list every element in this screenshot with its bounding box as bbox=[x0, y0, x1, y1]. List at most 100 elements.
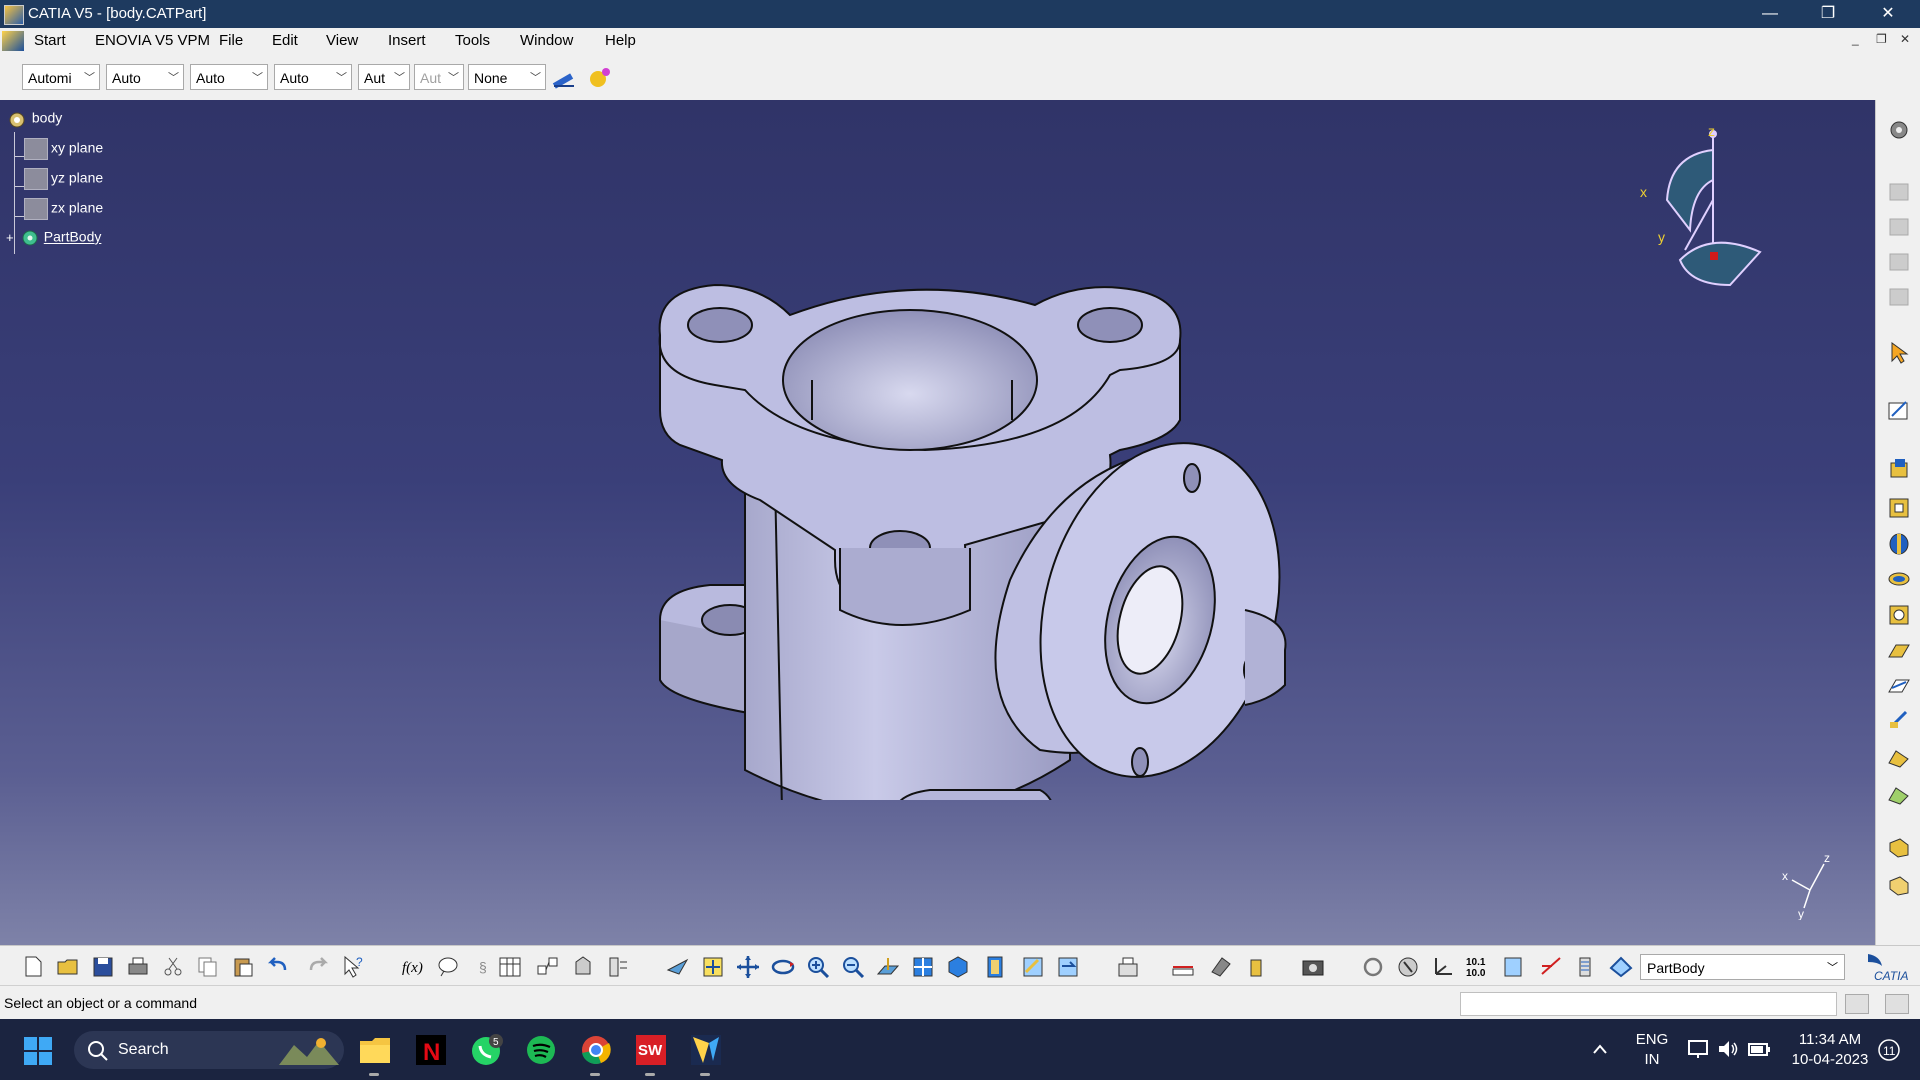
doc-close-button[interactable]: ✕ bbox=[1900, 32, 1910, 46]
tree-node-yz-plane[interactable]: yz plane bbox=[24, 168, 103, 190]
language-bottom[interactable]: IN bbox=[1632, 1051, 1672, 1068]
close-button[interactable]: ✕ bbox=[1860, 0, 1916, 28]
line-weight-combo[interactable]: Auto ﹀ bbox=[190, 64, 268, 90]
menu-view[interactable]: View bbox=[326, 32, 358, 49]
menu-tools[interactable]: Tools bbox=[455, 32, 490, 49]
clock-time[interactable]: 11:34 AM bbox=[1780, 1031, 1880, 1048]
whats-this-icon[interactable]: ? bbox=[340, 954, 366, 978]
chrome-icon[interactable] bbox=[579, 1033, 613, 1067]
file-explorer-icon[interactable] bbox=[358, 1033, 392, 1067]
menu-window[interactable]: Window bbox=[520, 32, 573, 49]
solid-combine-icon[interactable] bbox=[1886, 782, 1912, 806]
shading-icon[interactable] bbox=[982, 954, 1008, 978]
painter-icon[interactable] bbox=[550, 64, 580, 90]
color-combo[interactable]: Automi ﹀ bbox=[22, 64, 100, 90]
sketcher-icon[interactable] bbox=[1886, 398, 1912, 422]
tree-node-partbody[interactable]: + PartBody bbox=[6, 228, 101, 248]
pocket-icon[interactable] bbox=[1886, 495, 1912, 519]
tree-node-body[interactable]: body bbox=[6, 108, 62, 130]
print-icon[interactable] bbox=[125, 954, 151, 978]
line-type-combo[interactable]: Auto ﹀ bbox=[274, 64, 352, 90]
capture-icon[interactable] bbox=[1300, 954, 1326, 978]
zoom-in-icon[interactable] bbox=[805, 954, 831, 978]
measure-value-icon[interactable]: 10.110.0 bbox=[1465, 954, 1491, 978]
3d-viewport[interactable]: body xy plane yz plane zx plane + PartBo… bbox=[0, 100, 1875, 945]
axis-system-icon[interactable] bbox=[1430, 954, 1456, 978]
open-folder-icon[interactable] bbox=[55, 954, 81, 978]
hide-show-icon[interactable] bbox=[1020, 954, 1046, 978]
iso-view-icon[interactable] bbox=[945, 954, 971, 978]
measure-between-icon[interactable] bbox=[1170, 954, 1196, 978]
fly-mode-icon[interactable] bbox=[665, 954, 691, 978]
clock-date[interactable]: 10-04-2023 bbox=[1780, 1051, 1880, 1068]
fit-all-icon[interactable] bbox=[700, 954, 726, 978]
current-body-combo[interactable]: PartBody ﹀ bbox=[1640, 954, 1845, 980]
language-top[interactable]: ENG bbox=[1632, 1031, 1672, 1048]
layer-combo[interactable]: None ﹀ bbox=[468, 64, 546, 90]
compass-widget[interactable]: z x y bbox=[1630, 100, 1780, 290]
save-icon[interactable] bbox=[90, 954, 116, 978]
point-icon[interactable] bbox=[1538, 954, 1564, 978]
expand-plus-icon[interactable]: + bbox=[6, 230, 16, 245]
scan-icon[interactable] bbox=[1115, 954, 1141, 978]
manipulate-icon[interactable] bbox=[1395, 954, 1421, 978]
swap-space-icon[interactable] bbox=[1055, 954, 1081, 978]
3d-part-body[interactable] bbox=[640, 180, 1320, 800]
spotify-icon[interactable] bbox=[524, 1033, 558, 1067]
design-table-icon[interactable] bbox=[497, 954, 523, 978]
status-toggle-button[interactable] bbox=[1845, 994, 1869, 1014]
gear-icon[interactable] bbox=[1886, 118, 1912, 142]
rib-icon[interactable] bbox=[1886, 637, 1912, 661]
zoom-out-icon[interactable] bbox=[840, 954, 866, 978]
new-file-icon[interactable] bbox=[20, 954, 46, 978]
groove-icon[interactable] bbox=[1886, 567, 1912, 591]
start-menu-icon[interactable] bbox=[2, 31, 24, 51]
paste-icon[interactable] bbox=[230, 954, 256, 978]
doc-minimize-button[interactable]: _ bbox=[1852, 32, 1859, 46]
formula-icon[interactable]: f(x) bbox=[400, 954, 430, 978]
loft-icon[interactable] bbox=[1886, 707, 1912, 731]
menu-help[interactable]: Help bbox=[605, 32, 636, 49]
chamfer-icon[interactable] bbox=[1886, 873, 1912, 897]
netflix-icon[interactable]: N bbox=[414, 1033, 448, 1067]
restore-button[interactable]: ❐ bbox=[1800, 0, 1856, 28]
pad-icon[interactable] bbox=[1886, 457, 1912, 481]
minimize-button[interactable]: — bbox=[1742, 0, 1798, 28]
select-arrow-icon[interactable] bbox=[1886, 340, 1912, 364]
command-input[interactable] bbox=[1460, 992, 1837, 1016]
catalog-icon[interactable] bbox=[535, 954, 561, 978]
doc-restore-button[interactable]: ❐ bbox=[1876, 32, 1887, 46]
volume-icon[interactable] bbox=[1716, 1038, 1740, 1060]
rotate-icon[interactable] bbox=[770, 954, 796, 978]
reorder-icon[interactable] bbox=[605, 954, 631, 978]
knowledge-advisor-icon[interactable] bbox=[435, 954, 461, 978]
menu-enovia[interactable]: ENOVIA V5 VPM bbox=[95, 32, 210, 49]
whatsapp-icon[interactable]: 5 bbox=[469, 1033, 503, 1067]
multi-view-icon[interactable] bbox=[910, 954, 936, 978]
shaft-icon[interactable] bbox=[1886, 532, 1912, 556]
chevron-up-icon[interactable] bbox=[1590, 1039, 1610, 1059]
menu-insert[interactable]: Insert bbox=[388, 32, 426, 49]
windows-start-icon[interactable] bbox=[24, 1037, 52, 1065]
undo-icon[interactable] bbox=[265, 954, 291, 978]
notification-icon[interactable]: 11 bbox=[1876, 1037, 1902, 1063]
tree-node-zx-plane[interactable]: zx plane bbox=[24, 198, 103, 220]
work-object-icon[interactable] bbox=[1608, 954, 1634, 978]
transparency-combo[interactable]: Auto ﹀ bbox=[106, 64, 184, 90]
stiffener-icon[interactable] bbox=[1886, 745, 1912, 769]
measure-item-icon[interactable] bbox=[1208, 954, 1234, 978]
cut-icon[interactable] bbox=[160, 954, 186, 978]
point-type-combo[interactable]: Aut ﹀ bbox=[358, 64, 410, 90]
menu-start[interactable]: Start bbox=[34, 32, 66, 49]
battery-icon[interactable] bbox=[1746, 1038, 1772, 1060]
body-in-body-icon[interactable] bbox=[1500, 954, 1526, 978]
hole-icon[interactable] bbox=[1886, 602, 1912, 626]
define-work-object-icon[interactable] bbox=[1572, 954, 1598, 978]
fillet-icon[interactable] bbox=[1886, 835, 1912, 859]
update-icon[interactable] bbox=[1360, 954, 1386, 978]
menu-edit[interactable]: Edit bbox=[272, 32, 298, 49]
measure-inertia-icon[interactable] bbox=[1243, 954, 1269, 978]
graphic-properties-icon[interactable] bbox=[586, 64, 616, 90]
law-icon[interactable]: § bbox=[470, 954, 496, 978]
catia-taskbar-icon[interactable] bbox=[689, 1033, 723, 1067]
